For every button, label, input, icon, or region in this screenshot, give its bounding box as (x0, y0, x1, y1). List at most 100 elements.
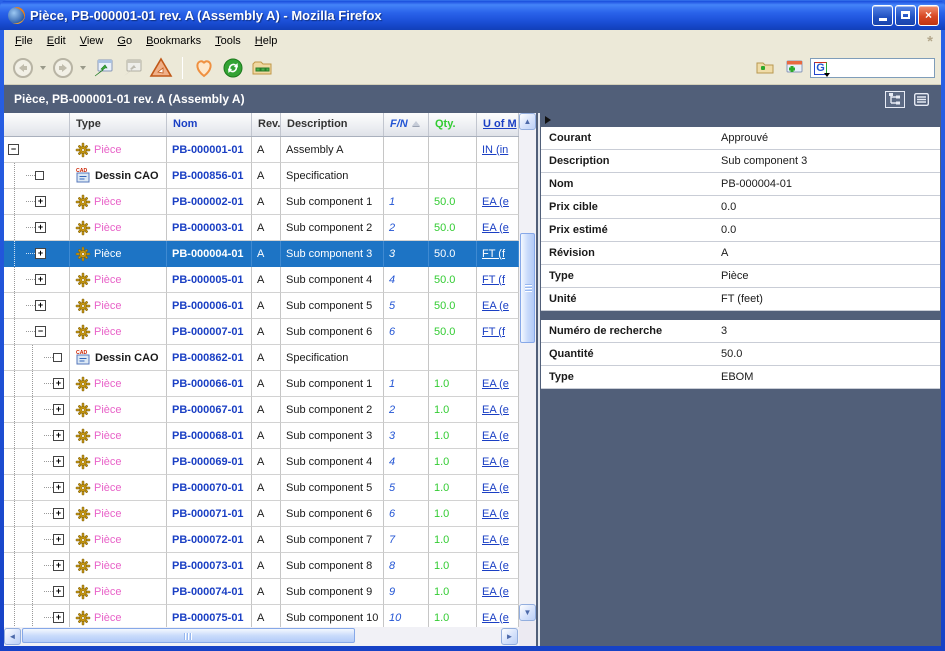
menu-edit[interactable]: Edit (40, 32, 73, 50)
nom-link[interactable]: PB-000073-01 (167, 553, 252, 579)
list-view-button[interactable] (911, 91, 931, 108)
unit-of-measure-link[interactable]: EA (e (477, 527, 519, 553)
nom-link[interactable]: PB-000007-01 (167, 319, 252, 345)
minimize-button[interactable] (872, 5, 893, 26)
horizontal-scrollbar[interactable]: ◄ ► (4, 627, 519, 646)
column-header-Rev.[interactable]: Rev. (252, 113, 281, 136)
nom-link[interactable]: PB-000002-01 (167, 189, 252, 215)
unit-of-measure-link[interactable]: EA (e (477, 371, 519, 397)
collapse-icon[interactable]: − (35, 326, 46, 337)
nom-link[interactable]: PB-000067-01 (167, 397, 252, 423)
nom-link[interactable]: PB-000862-01 (167, 345, 252, 371)
table-row[interactable]: +PiècePB-000006-01ASub component 5550.0E… (4, 293, 519, 319)
unit-of-measure-link[interactable]: EA (e (477, 553, 519, 579)
back-button[interactable] (10, 55, 36, 81)
unit-of-measure-link[interactable]: IN (in (477, 137, 519, 163)
maximize-button[interactable] (895, 5, 916, 26)
expand-icon[interactable]: + (53, 404, 64, 415)
table-row[interactable]: +PiècePB-000066-01ASub component 111.0EA… (4, 371, 519, 397)
expand-icon[interactable]: + (53, 534, 64, 545)
table-row[interactable]: +PiècePB-000005-01ASub component 4450.0F… (4, 267, 519, 293)
expand-icon[interactable]: + (35, 248, 46, 259)
table-row[interactable]: −PiècePB-000007-01ASub component 6650.0F… (4, 319, 519, 345)
menu-help[interactable]: Help (248, 32, 285, 50)
sync-button[interactable] (220, 55, 246, 81)
unit-of-measure-link[interactable]: EA (e (477, 397, 519, 423)
unit-of-measure-link[interactable]: FT (f (477, 241, 519, 267)
menu-tools[interactable]: Tools (208, 32, 248, 50)
unit-of-measure-link[interactable]: EA (e (477, 449, 519, 475)
unit-of-measure-link[interactable] (477, 163, 519, 189)
table-row[interactable]: +PiècePB-000073-01ASub component 881.0EA… (4, 553, 519, 579)
nom-link[interactable]: PB-000069-01 (167, 449, 252, 475)
forward-dropdown-icon[interactable] (80, 66, 86, 70)
table-row[interactable]: +PiècePB-000004-01ASub component 3350.0F… (4, 241, 519, 267)
expand-icon[interactable]: + (53, 378, 64, 389)
nom-link[interactable]: PB-000071-01 (167, 501, 252, 527)
nom-link[interactable]: PB-000001-01 (167, 137, 252, 163)
scroll-up-button[interactable]: ▲ (519, 113, 536, 130)
expand-icon[interactable]: + (35, 222, 46, 233)
nom-link[interactable]: PB-000066-01 (167, 371, 252, 397)
unit-of-measure-link[interactable]: EA (e (477, 215, 519, 241)
column-header-Type[interactable]: Type (70, 113, 167, 136)
add-folder-button[interactable] (752, 55, 778, 81)
add-window-button[interactable] (781, 55, 807, 81)
unit-of-measure-link[interactable]: EA (e (477, 189, 519, 215)
table-row[interactable]: CADDessin CAOPB-000862-01ASpecification (4, 345, 519, 371)
horizontal-scroll-thumb[interactable] (22, 628, 355, 643)
vertical-scroll-thumb[interactable] (520, 233, 535, 343)
menu-file[interactable]: File (8, 32, 40, 50)
nom-link[interactable]: PB-000006-01 (167, 293, 252, 319)
unit-of-measure-link[interactable]: EA (e (477, 475, 519, 501)
nom-link[interactable]: PB-000005-01 (167, 267, 252, 293)
table-row[interactable]: +PiècePB-000069-01ASub component 441.0EA… (4, 449, 519, 475)
unit-of-measure-link[interactable]: EA (e (477, 423, 519, 449)
column-header-Description[interactable]: Description (281, 113, 384, 136)
menu-view[interactable]: View (73, 32, 111, 50)
nom-link[interactable]: PB-000068-01 (167, 423, 252, 449)
search-input[interactable] (829, 62, 931, 74)
expand-icon[interactable]: + (53, 482, 64, 493)
menu-go[interactable]: Go (110, 32, 139, 50)
nom-link[interactable]: PB-000856-01 (167, 163, 252, 189)
close-button[interactable]: × (918, 5, 939, 26)
scroll-right-button[interactable]: ► (501, 628, 518, 645)
expand-icon[interactable]: + (35, 274, 46, 285)
table-row[interactable]: +PiècePB-000067-01ASub component 221.0EA… (4, 397, 519, 423)
expand-icon[interactable]: + (53, 612, 64, 623)
unit-of-measure-link[interactable]: EA (e (477, 579, 519, 605)
column-header-Nom[interactable]: Nom (167, 113, 252, 136)
nom-link[interactable]: PB-000074-01 (167, 579, 252, 605)
table-row[interactable]: +PiècePB-000070-01ASub component 551.0EA… (4, 475, 519, 501)
table-row[interactable]: +PiècePB-000068-01ASub component 331.0EA… (4, 423, 519, 449)
table-row[interactable]: CADDessin CAOPB-000856-01ASpecification (4, 163, 519, 189)
expand-icon[interactable]: + (53, 560, 64, 571)
wallet-button[interactable] (249, 55, 275, 81)
column-header-tree[interactable] (4, 113, 70, 136)
column-header-U of M[interactable]: U of M (477, 113, 519, 136)
table-row[interactable]: +PiècePB-000072-01ASub component 771.0EA… (4, 527, 519, 553)
table-row[interactable]: −PiècePB-000001-01AAssembly AIN (in (4, 137, 519, 163)
scroll-down-button[interactable]: ▼ (519, 604, 536, 621)
column-header-F/N[interactable]: F/N (384, 113, 429, 136)
forward-button[interactable] (50, 55, 76, 81)
tree-view-button[interactable] (885, 91, 905, 108)
expand-icon[interactable]: + (35, 300, 46, 311)
collapse-icon[interactable]: − (8, 144, 19, 155)
back-dropdown-icon[interactable] (40, 66, 46, 70)
table-row[interactable]: +PiècePB-000071-01ASub component 661.0EA… (4, 501, 519, 527)
menu-bookmarks[interactable]: Bookmarks (139, 32, 208, 50)
expand-icon[interactable]: + (53, 456, 64, 467)
nom-link[interactable]: PB-000003-01 (167, 215, 252, 241)
vertical-scrollbar[interactable]: ▲ ▼ (519, 113, 536, 621)
table-row[interactable]: +PiècePB-000002-01ASub component 1150.0E… (4, 189, 519, 215)
home-button[interactable] (148, 55, 174, 81)
reload-button[interactable] (90, 55, 116, 81)
table-row[interactable]: +PiècePB-000003-01ASub component 2250.0E… (4, 215, 519, 241)
unit-of-measure-link[interactable]: FT (f (477, 267, 519, 293)
google-g-icon[interactable]: G (814, 62, 827, 75)
stop-button[interactable] (119, 55, 145, 81)
column-header-Qty.[interactable]: Qty. (429, 113, 477, 136)
nom-link[interactable]: PB-000004-01 (167, 241, 252, 267)
